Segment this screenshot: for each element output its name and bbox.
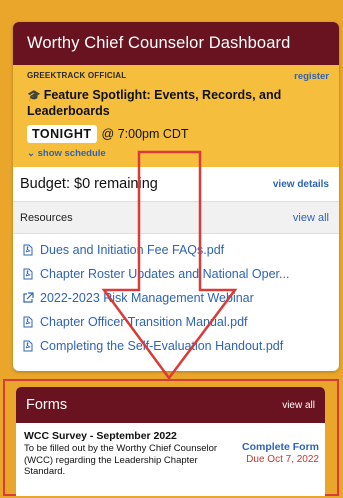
show-schedule-toggle[interactable]: ⌄ show schedule <box>27 148 329 159</box>
tonight-badge: TONIGHT <box>27 125 97 143</box>
resources-header: Resources view all <box>13 202 339 234</box>
resource-label: Dues and Initiation Fee FAQs.pdf <box>40 243 225 257</box>
dashboard-title: Worthy Chief Counselor Dashboard <box>13 22 339 65</box>
resources-title: Resources <box>20 211 73 224</box>
forms-card: Forms view all WCC Survey - September 20… <box>16 387 325 496</box>
pdf-icon <box>23 268 33 280</box>
resource-item[interactable]: Chapter Roster Updates and National Oper… <box>22 262 339 286</box>
resource-item[interactable]: Dues and Initiation Fee FAQs.pdf <box>22 238 339 262</box>
form-item: WCC Survey - September 2022 To be filled… <box>16 423 325 478</box>
resource-item[interactable]: Chapter Officer Transition Manual.pdf <box>22 310 339 334</box>
chevron-down-icon: ⌄ <box>27 148 35 159</box>
resource-item[interactable]: Completing the Self-Evaluation Handout.p… <box>22 334 339 358</box>
view-details-link[interactable]: view details <box>273 179 329 190</box>
spotlight-title: Feature Spotlight: Events, Records, and … <box>27 88 282 118</box>
form-description: To be filled out by the Worthy Chief Cou… <box>24 443 218 477</box>
resource-label: Completing the Self-Evaluation Handout.p… <box>40 339 284 353</box>
budget-text: Budget: $0 remaining <box>20 176 158 192</box>
pdf-icon <box>23 316 33 328</box>
resources-view-all-link[interactable]: view all <box>293 212 329 224</box>
resource-label: Chapter Officer Transition Manual.pdf <box>40 315 248 329</box>
pdf-icon <box>23 244 33 256</box>
graduation-cap-icon: 🎓 <box>27 90 41 102</box>
resource-label: Chapter Roster Updates and National Oper… <box>40 267 290 281</box>
dashboard-card: Worthy Chief Counselor Dashboard GREEKTR… <box>13 22 339 371</box>
forms-title: Forms <box>26 397 68 413</box>
feature-spotlight: GREEKTRACK OFFICIAL register 🎓 Feature Sp… <box>13 65 339 167</box>
form-due-date: Due Oct 7, 2022 <box>246 454 319 465</box>
external-link-icon <box>23 292 34 303</box>
budget-row: Budget: $0 remaining view details <box>13 167 339 202</box>
form-title: WCC Survey - September 2022 <box>24 430 177 442</box>
resource-label: 2022-2023 Risk Management Webinar <box>40 291 254 305</box>
spotlight-source: GREEKTRACK OFFICIAL <box>27 71 127 80</box>
event-time: @ 7:00pm CDT <box>101 127 189 141</box>
resources-list: Dues and Initiation Fee FAQs.pdf Chapter… <box>13 234 339 358</box>
register-link[interactable]: register <box>294 71 329 82</box>
spotlight-heading: 🎓 Feature Spotlight: Events, Records, and… <box>27 88 329 119</box>
pdf-icon <box>23 340 33 352</box>
forms-header: Forms view all <box>16 387 325 423</box>
complete-form-link[interactable]: Complete Form <box>221 441 319 453</box>
resource-item[interactable]: 2022-2023 Risk Management Webinar <box>22 286 339 310</box>
forms-view-all-link[interactable]: view all <box>282 400 315 411</box>
show-schedule-label: show schedule <box>37 148 106 159</box>
